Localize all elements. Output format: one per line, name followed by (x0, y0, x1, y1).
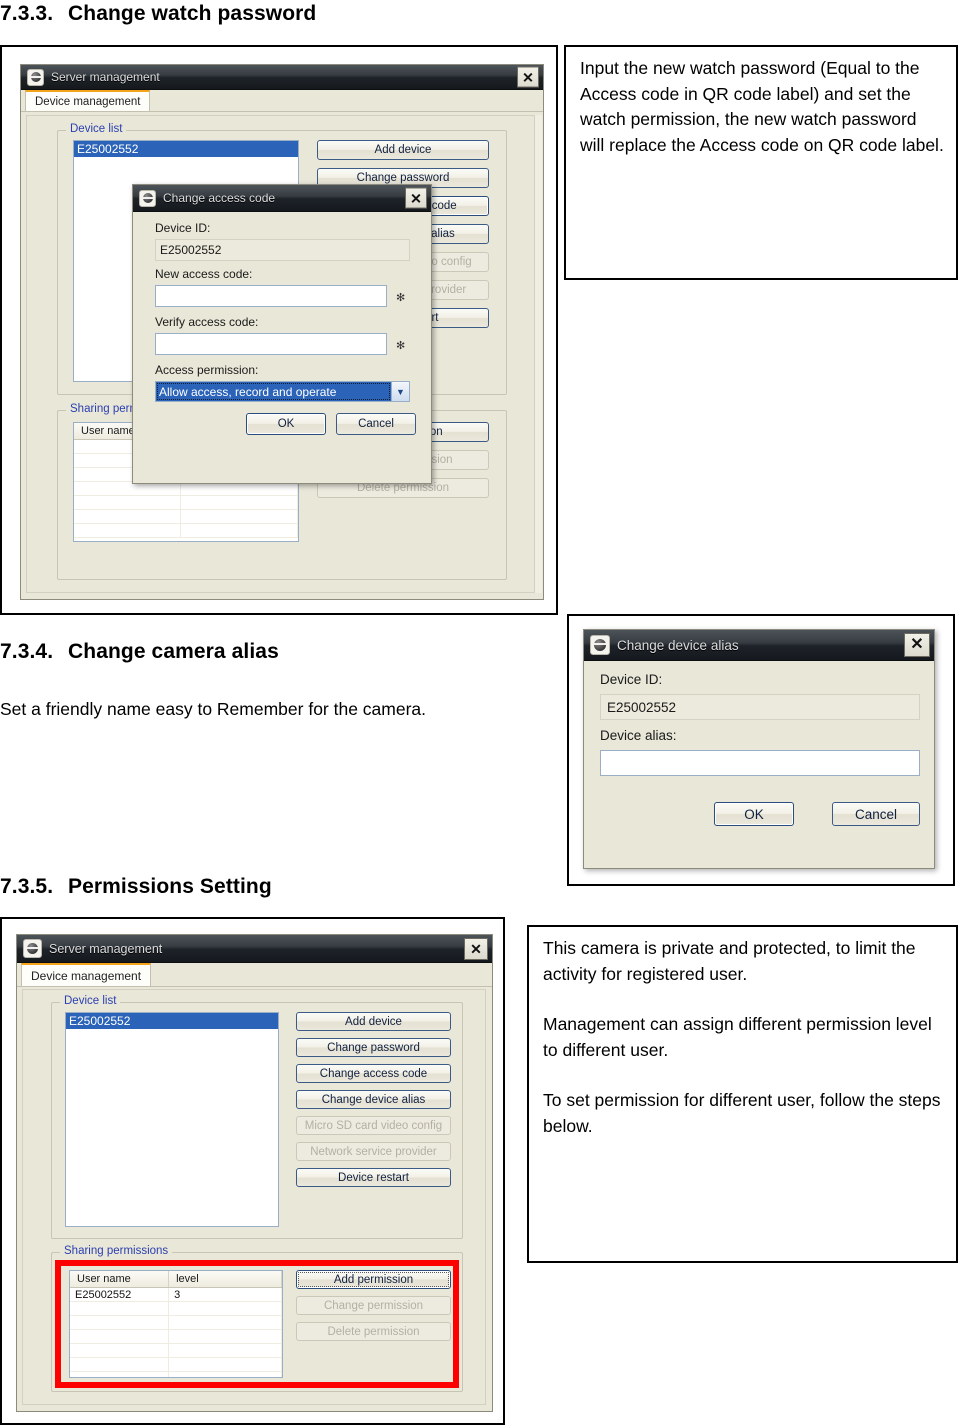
window-titlebar: Server management ✕ (21, 65, 543, 90)
change-password-button[interactable]: Change password (296, 1038, 451, 1057)
add-permission-button[interactable]: Add permission (296, 1270, 451, 1289)
access-permission-label: Access permission: (155, 363, 259, 377)
note-text: Input the new watch password (Equal to t… (580, 58, 944, 155)
close-icon[interactable]: ✕ (405, 187, 427, 209)
dialog-titlebar: Change device alias ✕ (584, 630, 934, 661)
table-row[interactable] (70, 1330, 282, 1344)
window-title: Server management (51, 70, 160, 84)
table-row[interactable] (74, 482, 298, 496)
section-733-heading: 7.3.3. Change watch password (0, 2, 316, 26)
device-id-label: Device ID: (600, 672, 663, 687)
device-restart-button[interactable]: Device restart (296, 1168, 451, 1187)
close-icon[interactable]: ✕ (517, 66, 539, 88)
note-paragraph-2: Management can assign different permissi… (543, 1014, 932, 1060)
close-icon[interactable]: ✕ (464, 937, 488, 960)
section-734-title: Change camera alias (68, 640, 279, 663)
close-icon[interactable]: ✕ (904, 633, 930, 657)
change-access-code-dialog: Change access code ✕ Device ID: E2500255… (132, 184, 432, 484)
tab-device-management[interactable]: Device management (25, 90, 151, 111)
section-734-number: 7.3.4. (0, 640, 54, 663)
note-paragraph-1: This camera is private and protected, to… (543, 938, 916, 984)
dialog-title: Change device alias (617, 637, 739, 653)
verify-access-code-input[interactable] (155, 333, 387, 355)
table-row[interactable] (70, 1358, 282, 1372)
app-logo-icon (27, 68, 44, 86)
device-id-field: E25002552 (600, 694, 920, 720)
section-734-heading: 7.3.4. Change camera alias (0, 640, 279, 664)
add-device-button[interactable]: Add device (296, 1012, 451, 1031)
server-management-window-2: Server management ✕ Device management De… (16, 934, 493, 1412)
cell-level: 3 (169, 1288, 282, 1301)
required-marker-verify-code: ✻ (396, 340, 406, 352)
screenshot-frame-permissions-setting: Server management ✕ Device management De… (0, 917, 505, 1425)
cancel-button[interactable]: Cancel (336, 413, 416, 435)
dialog-titlebar: Change access code ✕ (133, 185, 431, 212)
section-735-heading: 7.3.5. Permissions Setting (0, 875, 272, 899)
section-735-number: 7.3.5. (0, 875, 54, 898)
delete-permission-button: Delete permission (296, 1322, 451, 1341)
ok-button[interactable]: OK (246, 413, 326, 435)
device-alias-label: Device alias: (600, 728, 677, 743)
network-service-provider-button: Network service provider (296, 1142, 451, 1161)
window-titlebar: Server management ✕ (17, 935, 492, 963)
section-735-title: Permissions Setting (68, 875, 272, 898)
note-paragraph-3: To set permission for different user, fo… (543, 1090, 941, 1136)
required-marker-new-code: ✻ (396, 292, 406, 304)
device-id-field: E25002552 (155, 239, 410, 261)
cancel-button[interactable]: Cancel (832, 802, 920, 826)
group-device-list-label: Device list (66, 123, 127, 135)
note-permissions-setting: This camera is private and protected, to… (527, 925, 958, 1263)
table-row[interactable]: E25002552 3 (70, 1288, 282, 1302)
screenshot-frame-change-device-alias: Change device alias ✕ Device ID: E250025… (567, 614, 955, 886)
device-list[interactable]: E25002552 (65, 1012, 279, 1227)
table-row[interactable] (74, 496, 298, 510)
tabstrip: Device management (21, 90, 543, 112)
device-list-item-selected[interactable]: E25002552 (74, 141, 298, 157)
column-header-level: level (169, 1271, 282, 1287)
table-row[interactable] (74, 524, 298, 538)
cell-user-name: E25002552 (70, 1288, 170, 1301)
section-734-body: Set a friendly name easy to Remember for… (0, 699, 427, 719)
add-device-button[interactable]: Add device (317, 140, 489, 160)
table-row[interactable] (70, 1316, 282, 1330)
column-header-user-name: User name (70, 1271, 170, 1287)
table-row[interactable] (74, 510, 298, 524)
micro-sd-card-video-config-button: Micro SD card video config (296, 1116, 451, 1135)
change-permission-button: Change permission (296, 1296, 451, 1315)
chevron-down-icon[interactable]: ▼ (391, 382, 409, 401)
section-733-number: 7.3.3. (0, 2, 54, 25)
verify-access-code-label: Verify access code: (155, 315, 259, 329)
app-logo-icon (23, 939, 42, 958)
section-733-title: Change watch password (68, 2, 317, 25)
change-device-alias-button[interactable]: Change device alias (296, 1090, 451, 1109)
device-id-label: Device ID: (155, 221, 211, 235)
table-row[interactable] (70, 1344, 282, 1358)
change-device-alias-dialog: Change device alias ✕ Device ID: E250025… (583, 629, 935, 869)
app-logo-icon (590, 635, 610, 655)
tab-device-management[interactable]: Device management (21, 963, 152, 986)
vertical-scrollbar[interactable] (534, 115, 542, 593)
ok-button[interactable]: OK (714, 802, 794, 826)
device-list-item-selected[interactable]: E25002552 (66, 1013, 278, 1029)
change-access-code-button[interactable]: Change access code (296, 1064, 451, 1083)
window-title: Server management (49, 941, 163, 956)
app-logo-icon (139, 189, 156, 207)
content-panel: Device list E25002552 Add device Change … (22, 989, 486, 1405)
access-permission-select[interactable]: Allow access, record and operate ▼ (155, 381, 410, 402)
note-change-watch-password: Input the new watch password (Equal to t… (564, 45, 958, 280)
group-sharing-permissions-label: Sharing permissions (60, 1245, 173, 1257)
dialog-title: Change access code (163, 191, 276, 205)
sharing-permissions-table-2[interactable]: User name level E25002552 3 (69, 1270, 283, 1378)
new-access-code-label: New access code: (155, 267, 253, 281)
access-permission-selected-value: Allow access, record and operate (156, 382, 391, 401)
device-alias-input[interactable] (600, 750, 920, 776)
tabstrip: Device management (17, 963, 492, 987)
group-device-list-label: Device list (60, 995, 121, 1007)
table-row[interactable] (70, 1372, 282, 1377)
table-row[interactable] (70, 1302, 282, 1316)
table-header-row: User name level (70, 1271, 282, 1288)
screenshot-frame-change-watch-password: Server management ✕ Device management De… (0, 45, 558, 615)
new-access-code-input[interactable] (155, 285, 387, 307)
